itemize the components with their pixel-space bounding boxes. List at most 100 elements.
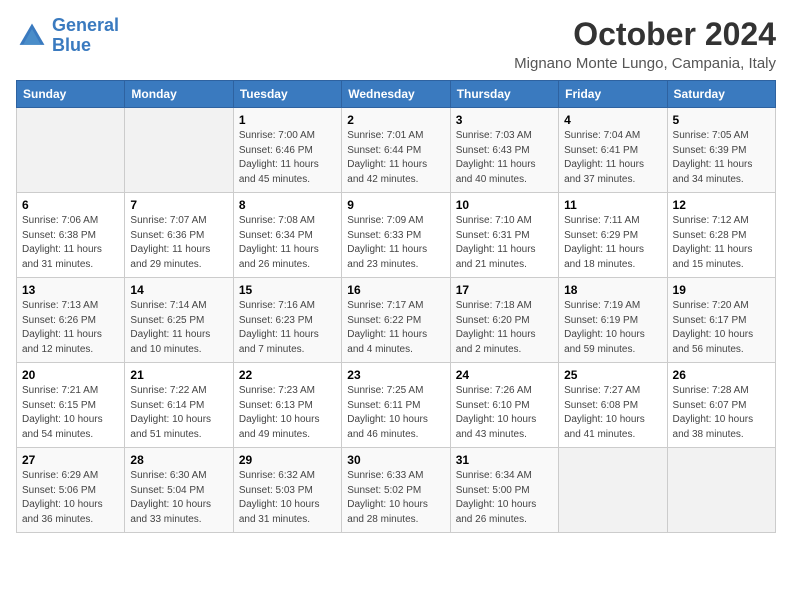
calendar-cell: 6 Sunrise: 7:06 AMSunset: 6:38 PMDaylight… <box>17 193 125 278</box>
day-number: 26 <box>673 368 770 382</box>
title-block: October 2024 Mignano Monte Lungo, Campan… <box>514 16 776 72</box>
day-number: 24 <box>456 368 553 382</box>
calendar-cell: 27 Sunrise: 6:29 AMSunset: 5:06 PMDayligh… <box>17 448 125 533</box>
day-number: 14 <box>130 283 227 297</box>
day-info: Sunrise: 7:17 AMSunset: 6:22 PMDaylight:… <box>347 299 444 357</box>
day-number: 25 <box>564 368 661 382</box>
day-number: 15 <box>239 283 336 297</box>
calendar-cell: 2Sunrise: 7:01 AMSunset: 6:44 PMDaylight… <box>342 108 450 193</box>
day-number: 3 <box>456 113 553 127</box>
calendar-cell: 23Sunrise: 7:25 AMSunset: 6:11 PMDayligh… <box>342 363 450 448</box>
weekday-header-row: SundayMondayTuesdayWednesdayThursdayFrid… <box>17 81 776 108</box>
month-title: October 2024 <box>514 16 776 53</box>
calendar-cell: 28Sunrise: 6:30 AMSunset: 5:04 PMDayligh… <box>125 448 233 533</box>
day-number: 16 <box>347 283 444 297</box>
calendar-cell <box>17 108 125 193</box>
logo-icon <box>16 20 48 52</box>
calendar-week-2: 6 Sunrise: 7:06 AMSunset: 6:38 PMDaylight… <box>17 193 776 278</box>
calendar-cell: 1Sunrise: 7:00 AMSunset: 6:46 PMDaylight… <box>233 108 341 193</box>
day-info: Sunrise: 7:22 AMSunset: 6:14 PMDaylight:… <box>130 384 227 442</box>
day-info: Sunrise: 7:21 AMSunset: 6:15 PMDaylight:… <box>22 384 119 442</box>
weekday-header-tuesday: Tuesday <box>233 81 341 108</box>
day-info: Sunrise: 7:00 AMSunset: 6:46 PMDaylight:… <box>239 129 336 187</box>
calendar-body: 1Sunrise: 7:00 AMSunset: 6:46 PMDaylight… <box>17 108 776 533</box>
calendar-cell: 8 Sunrise: 7:08 AMSunset: 6:34 PMDaylight… <box>233 193 341 278</box>
calendar-cell: 13 Sunrise: 7:13 AMSunset: 6:26 PMDayligh… <box>17 278 125 363</box>
day-info: Sunrise: 7:10 AMSunset: 6:31 PMDaylight:… <box>456 214 553 272</box>
calendar-cell: 26 Sunrise: 7:28 AMSunset: 6:07 PMDayligh… <box>667 363 775 448</box>
weekday-header-sunday: Sunday <box>17 81 125 108</box>
calendar-cell: 3 Sunrise: 7:03 AMSunset: 6:43 PMDaylight… <box>450 108 558 193</box>
day-number: 8 <box>239 198 336 212</box>
calendar-header: SundayMondayTuesdayWednesdayThursdayFrid… <box>17 81 776 108</box>
day-number: 21 <box>130 368 227 382</box>
day-info: Sunrise: 7:05 AMSunset: 6:39 PMDaylight:… <box>673 129 770 187</box>
day-info: Sunrise: 7:04 AMSunset: 6:41 PMDaylight:… <box>564 129 661 187</box>
day-info: Sunrise: 7:08 AMSunset: 6:34 PMDaylight:… <box>239 214 336 272</box>
calendar-cell: 31Sunrise: 6:34 AMSunset: 5:00 PMDayligh… <box>450 448 558 533</box>
day-number: 2 <box>347 113 444 127</box>
calendar-cell: 25 Sunrise: 7:27 AMSunset: 6:08 PMDayligh… <box>559 363 667 448</box>
day-number: 6 <box>22 198 119 212</box>
day-number: 19 <box>673 283 770 297</box>
day-info: Sunrise: 7:09 AMSunset: 6:33 PMDaylight:… <box>347 214 444 272</box>
calendar-week-1: 1Sunrise: 7:00 AMSunset: 6:46 PMDaylight… <box>17 108 776 193</box>
day-number: 11 <box>564 198 661 212</box>
location: Mignano Monte Lungo, Campania, Italy <box>514 55 776 72</box>
day-info: Sunrise: 6:33 AMSunset: 5:02 PMDaylight:… <box>347 469 444 527</box>
day-info: Sunrise: 6:29 AMSunset: 5:06 PMDaylight:… <box>22 469 119 527</box>
calendar-week-3: 13 Sunrise: 7:13 AMSunset: 6:26 PMDayligh… <box>17 278 776 363</box>
day-number: 27 <box>22 453 119 467</box>
weekday-header-friday: Friday <box>559 81 667 108</box>
day-number: 28 <box>130 453 227 467</box>
calendar-cell: 20 Sunrise: 7:21 AMSunset: 6:15 PMDayligh… <box>17 363 125 448</box>
day-info: Sunrise: 7:11 AMSunset: 6:29 PMDaylight:… <box>564 214 661 272</box>
calendar-cell: 18Sunrise: 7:19 AMSunset: 6:19 PMDayligh… <box>559 278 667 363</box>
day-info: Sunrise: 7:13 AMSunset: 6:26 PMDaylight:… <box>22 299 119 357</box>
calendar-cell: 17 Sunrise: 7:18 AMSunset: 6:20 PMDayligh… <box>450 278 558 363</box>
calendar-cell: 11 Sunrise: 7:11 AMSunset: 6:29 PMDayligh… <box>559 193 667 278</box>
day-number: 13 <box>22 283 119 297</box>
calendar-table: SundayMondayTuesdayWednesdayThursdayFrid… <box>16 80 776 533</box>
day-number: 31 <box>456 453 553 467</box>
weekday-header-monday: Monday <box>125 81 233 108</box>
calendar-cell: 5 Sunrise: 7:05 AMSunset: 6:39 PMDaylight… <box>667 108 775 193</box>
calendar-cell <box>667 448 775 533</box>
day-number: 20 <box>22 368 119 382</box>
calendar-cell: 14Sunrise: 7:14 AMSunset: 6:25 PMDayligh… <box>125 278 233 363</box>
day-number: 18 <box>564 283 661 297</box>
day-info: Sunrise: 7:03 AMSunset: 6:43 PMDaylight:… <box>456 129 553 187</box>
day-number: 30 <box>347 453 444 467</box>
calendar-cell: 4Sunrise: 7:04 AMSunset: 6:41 PMDaylight… <box>559 108 667 193</box>
day-info: Sunrise: 7:06 AMSunset: 6:38 PMDaylight:… <box>22 214 119 272</box>
calendar-cell <box>559 448 667 533</box>
day-number: 7 <box>130 198 227 212</box>
day-info: Sunrise: 7:12 AMSunset: 6:28 PMDaylight:… <box>673 214 770 272</box>
calendar-cell: 21 Sunrise: 7:22 AMSunset: 6:14 PMDayligh… <box>125 363 233 448</box>
day-info: Sunrise: 7:25 AMSunset: 6:11 PMDaylight:… <box>347 384 444 442</box>
weekday-header-wednesday: Wednesday <box>342 81 450 108</box>
day-info: Sunrise: 7:28 AMSunset: 6:07 PMDaylight:… <box>673 384 770 442</box>
calendar-cell: 9Sunrise: 7:09 AMSunset: 6:33 PMDaylight… <box>342 193 450 278</box>
day-number: 22 <box>239 368 336 382</box>
calendar-cell: 12 Sunrise: 7:12 AMSunset: 6:28 PMDayligh… <box>667 193 775 278</box>
day-number: 12 <box>673 198 770 212</box>
page-header: General Blue October 2024 Mignano Monte … <box>16 16 776 72</box>
day-info: Sunrise: 6:32 AMSunset: 5:03 PMDaylight:… <box>239 469 336 527</box>
calendar-cell: 24 Sunrise: 7:26 AMSunset: 6:10 PMDayligh… <box>450 363 558 448</box>
calendar-cell <box>125 108 233 193</box>
calendar-cell: 7 Sunrise: 7:07 AMSunset: 6:36 PMDaylight… <box>125 193 233 278</box>
calendar-cell: 15Sunrise: 7:16 AMSunset: 6:23 PMDayligh… <box>233 278 341 363</box>
weekday-header-thursday: Thursday <box>450 81 558 108</box>
calendar-cell: 16 Sunrise: 7:17 AMSunset: 6:22 PMDayligh… <box>342 278 450 363</box>
calendar-week-5: 27 Sunrise: 6:29 AMSunset: 5:06 PMDayligh… <box>17 448 776 533</box>
day-info: Sunrise: 7:26 AMSunset: 6:10 PMDaylight:… <box>456 384 553 442</box>
day-info: Sunrise: 7:18 AMSunset: 6:20 PMDaylight:… <box>456 299 553 357</box>
day-number: 5 <box>673 113 770 127</box>
logo: General Blue <box>16 16 119 56</box>
day-info: Sunrise: 7:27 AMSunset: 6:08 PMDaylight:… <box>564 384 661 442</box>
day-info: Sunrise: 7:07 AMSunset: 6:36 PMDaylight:… <box>130 214 227 272</box>
day-number: 17 <box>456 283 553 297</box>
day-info: Sunrise: 7:23 AMSunset: 6:13 PMDaylight:… <box>239 384 336 442</box>
calendar-cell: 10Sunrise: 7:10 AMSunset: 6:31 PMDayligh… <box>450 193 558 278</box>
